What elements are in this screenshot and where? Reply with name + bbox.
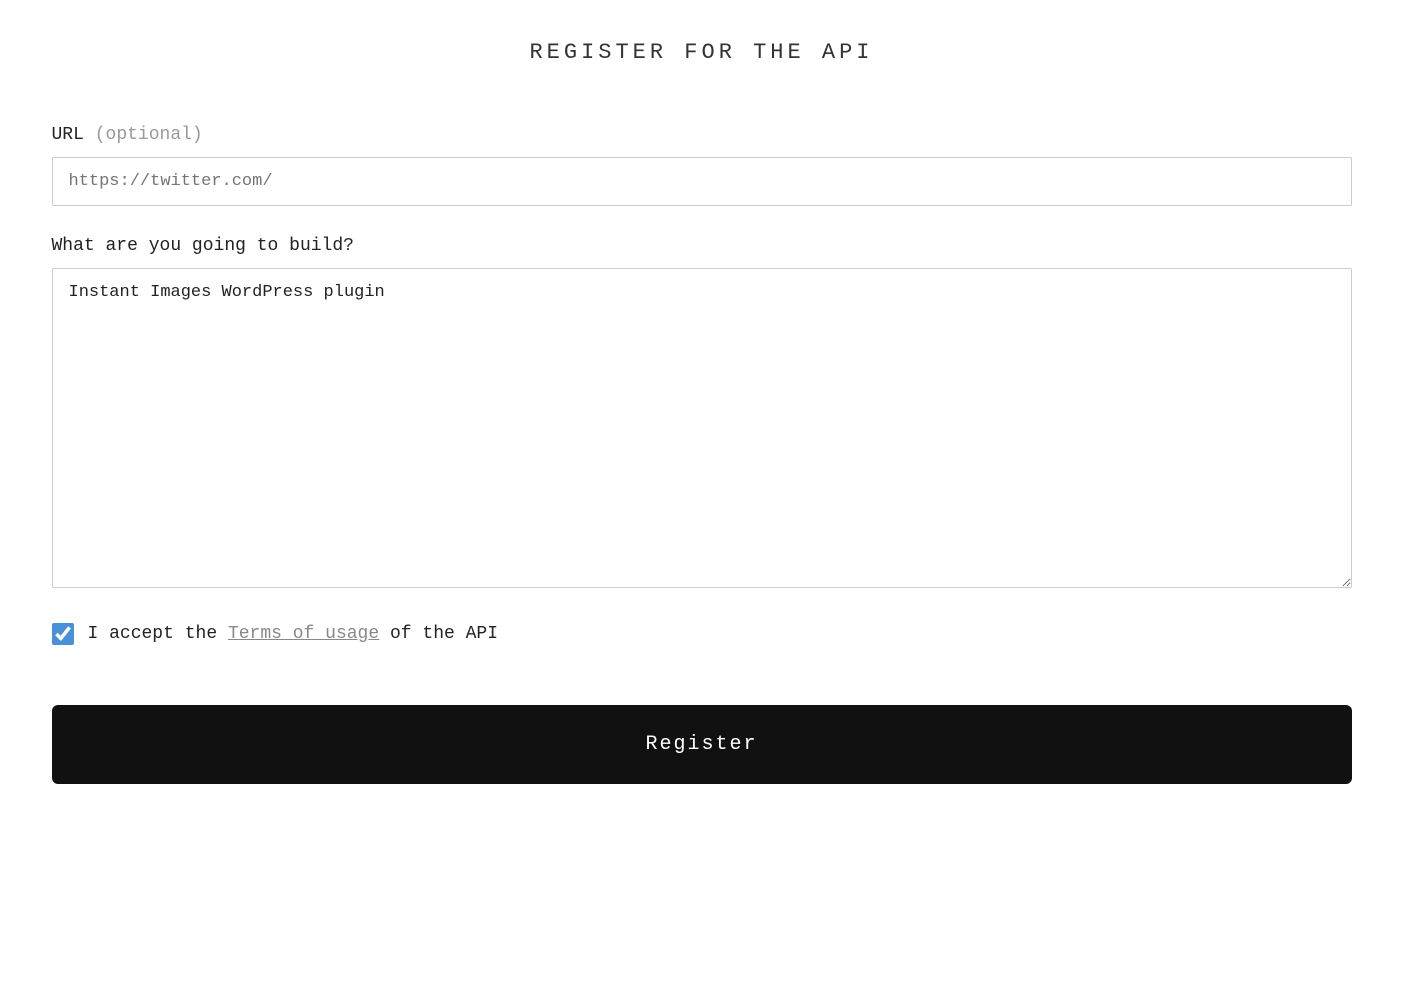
checkbox-label: I accept the Terms of usage of the API bbox=[88, 624, 499, 644]
url-optional-label: (optional) bbox=[95, 125, 203, 145]
terms-link[interactable]: Terms of usage bbox=[228, 624, 379, 644]
register-button[interactable]: Register bbox=[52, 705, 1352, 784]
terms-checkbox[interactable] bbox=[52, 623, 74, 645]
build-field-group: What are you going to build? Instant Ima… bbox=[52, 236, 1352, 593]
page-container: REGISTER FOR THE API URL (optional) What… bbox=[52, 40, 1352, 784]
build-label: What are you going to build? bbox=[52, 236, 1352, 256]
url-input[interactable] bbox=[52, 157, 1352, 206]
url-label: URL (optional) bbox=[52, 125, 1352, 145]
page-title: REGISTER FOR THE API bbox=[52, 40, 1352, 65]
build-textarea[interactable]: Instant Images WordPress plugin bbox=[52, 268, 1352, 588]
terms-checkbox-row: I accept the Terms of usage of the API bbox=[52, 623, 1352, 645]
url-field-group: URL (optional) bbox=[52, 125, 1352, 206]
